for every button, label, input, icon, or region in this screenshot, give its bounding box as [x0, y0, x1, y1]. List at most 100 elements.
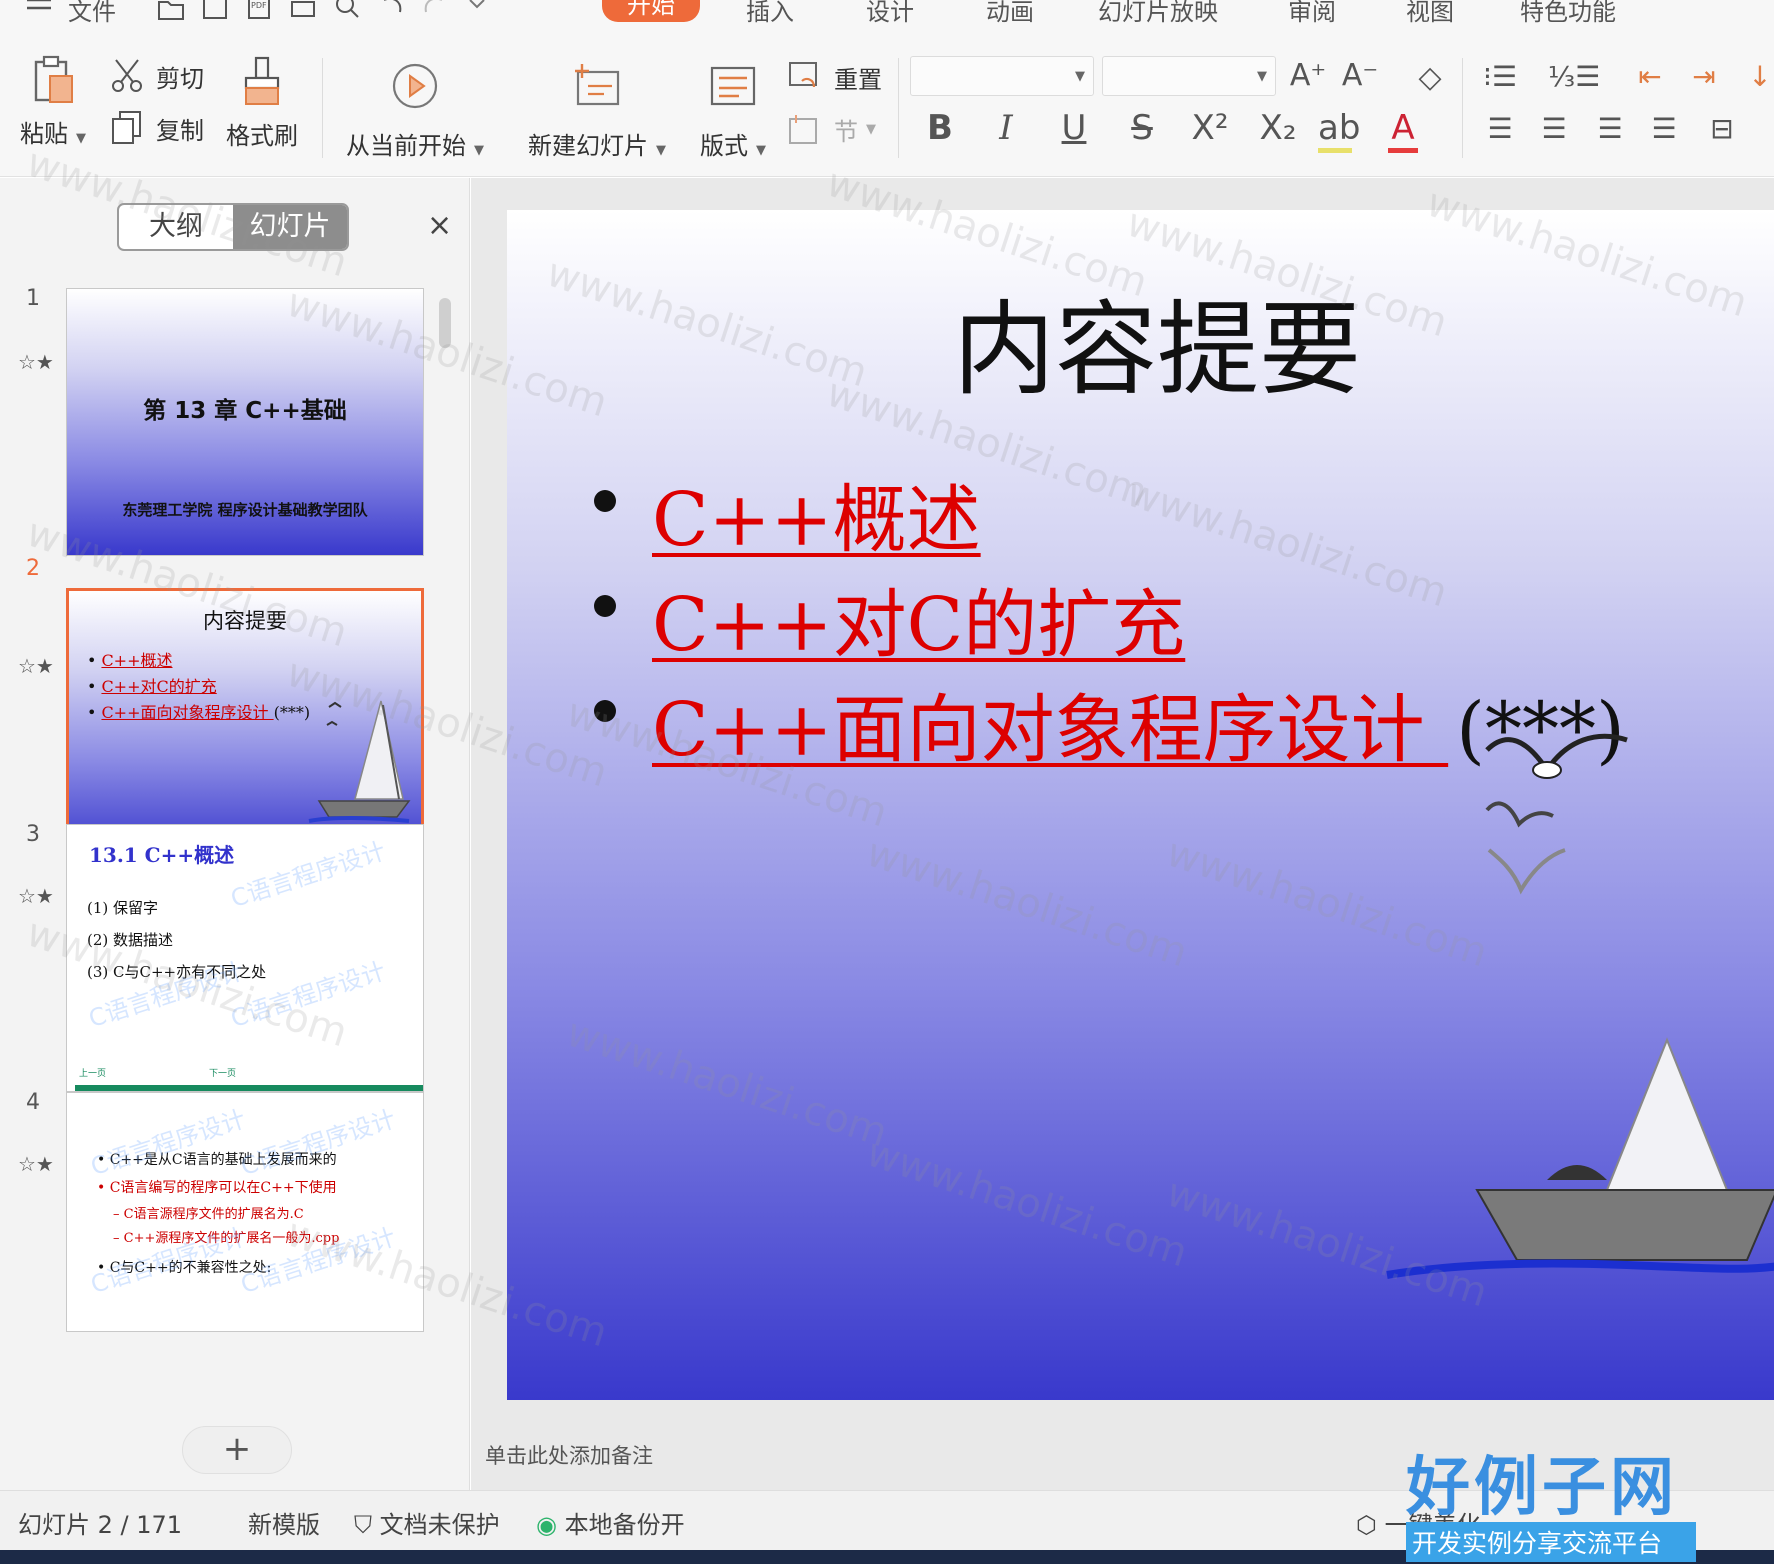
- print-icon[interactable]: [288, 0, 318, 24]
- tab-animation[interactable]: 动画: [986, 0, 1034, 27]
- undo-icon[interactable]: [376, 0, 406, 24]
- bullet-link[interactable]: C++对C的扩充: [652, 565, 1185, 672]
- ribbon-toolbar: 粘贴 ▼ 剪切 复制 格式刷 从当前开始 ▼ 新建幻灯片 ▼ 版式 ▼ 重置 节 ▼ ▼ …: [0, 30, 1774, 177]
- section-button[interactable]: 节 ▼: [788, 112, 876, 147]
- local-backup-button[interactable]: ◉ 本地备份开: [536, 1505, 685, 1540]
- ribbon-divider: [322, 58, 323, 158]
- file-menu[interactable]: 文件: [68, 0, 116, 27]
- play-icon: [392, 63, 438, 109]
- sort-icon[interactable]: ↓: [1738, 60, 1774, 93]
- paste-label: 粘贴: [20, 120, 68, 148]
- justify-icon[interactable]: ☰: [1642, 112, 1686, 145]
- close-panel-icon[interactable]: ×: [427, 208, 452, 243]
- quick-access-more-icon[interactable]: [462, 0, 492, 24]
- section-icon: [789, 114, 817, 144]
- increase-indent-icon[interactable]: ⇥: [1682, 60, 1726, 93]
- font-color-icon[interactable]: A: [1388, 108, 1418, 153]
- hamburger-menu-icon[interactable]: [24, 0, 54, 24]
- svg-text:PDF: PDF: [251, 1, 267, 10]
- panel-scrollbar[interactable]: [438, 298, 452, 1438]
- superscript-icon[interactable]: X²: [1188, 108, 1232, 148]
- align-right-icon[interactable]: ☰: [1588, 112, 1632, 145]
- scissors-icon: [112, 59, 142, 92]
- layout-button[interactable]: 版式 ▼: [700, 64, 766, 161]
- copy-button[interactable]: 复制: [110, 110, 204, 146]
- current-slide-canvas[interactable]: 内容提要 C++概述 C++对C的扩充 C++面向对象程序设计 (***): [507, 210, 1774, 1400]
- add-slide-button[interactable]: +: [182, 1426, 292, 1474]
- open-icon[interactable]: [156, 0, 186, 24]
- thumb-bullet: • C++面向对象程序设计 (***): [87, 703, 311, 722]
- play-from-current-label: 从当前开始: [346, 132, 466, 160]
- format-painter-label: 格式刷: [226, 122, 298, 150]
- thumb-watermark: C语言程序设计: [87, 1104, 249, 1182]
- italic-icon[interactable]: I: [984, 108, 1028, 148]
- tab-slides[interactable]: 幻灯片: [233, 205, 347, 249]
- tab-review[interactable]: 审阅: [1288, 0, 1336, 27]
- bullets-icon[interactable]: ⁝☰: [1478, 60, 1522, 93]
- clear-format-icon[interactable]: ◇: [1408, 60, 1452, 95]
- print-preview-icon[interactable]: [332, 0, 362, 24]
- align-center-icon[interactable]: ☰: [1532, 112, 1576, 145]
- sailboat-illustration: [1386, 1037, 1774, 1279]
- bold-icon[interactable]: B: [918, 108, 962, 148]
- doc-protect-button[interactable]: ⛉ 文档未保护: [354, 1505, 500, 1540]
- tab-home[interactable]: 开始: [602, 0, 700, 22]
- format-painter-button[interactable]: 格式刷: [226, 56, 298, 151]
- slide-thumbnail-2[interactable]: 内容提要 • C++概述 • C++对C的扩充 • C++面向对象程序设计 (***): [66, 588, 424, 856]
- paste-icon: [34, 55, 73, 103]
- format-painter-icon: [244, 56, 280, 105]
- font-family-select[interactable]: ▼: [910, 56, 1094, 96]
- tab-special-features[interactable]: 特色功能: [1520, 0, 1616, 27]
- prev-page-link: 上一页: [79, 1069, 107, 1079]
- sailboat-illustration: [308, 700, 411, 823]
- numbering-icon[interactable]: ⅓☰: [1548, 60, 1600, 93]
- thumb-item: • C语言编写的程序可以在C++下使用: [97, 1180, 337, 1196]
- highlight-icon[interactable]: ab: [1318, 108, 1360, 153]
- tab-design[interactable]: 设计: [866, 0, 914, 27]
- tab-slideshow[interactable]: 幻灯片放映: [1098, 0, 1218, 27]
- notes-placeholder[interactable]: 单击此处添加备注: [485, 1440, 653, 1470]
- cube-icon: ⬡: [1356, 1511, 1377, 1539]
- redo-icon[interactable]: [420, 0, 450, 24]
- footer-bar: [75, 1085, 423, 1091]
- strikethrough-icon[interactable]: S: [1120, 108, 1164, 148]
- backup-status-icon: ◉: [536, 1511, 557, 1539]
- cut-button[interactable]: 剪切: [110, 58, 204, 94]
- layout-label: 版式: [700, 132, 748, 160]
- slide-thumbnail-3[interactable]: 13.1 C++概述 (1) 保留字 (2) 数据描述 (3) C与C++亦有不…: [66, 824, 424, 1092]
- increase-font-icon[interactable]: A⁺: [1286, 58, 1330, 93]
- align-left-icon[interactable]: ☰: [1478, 112, 1522, 145]
- thumb-item: (2) 数据描述: [87, 931, 174, 949]
- reset-label: 重置: [834, 66, 882, 94]
- template-button[interactable]: 新模版: [248, 1505, 320, 1540]
- subscript-icon[interactable]: X₂: [1256, 108, 1300, 148]
- slide-thumbnail-4[interactable]: • C++是从C语言的基础上发展而来的 • C语言编写的程序可以在C++下使用 …: [66, 1092, 424, 1332]
- slide-thumbnail-1[interactable]: 第 13 章 C++基础 东莞理工学院 程序设计基础教学团队: [66, 288, 424, 556]
- font-size-select[interactable]: ▼: [1102, 56, 1276, 96]
- bullet-link[interactable]: C++概述: [652, 460, 981, 567]
- thumb-subitem: – C语言源程序文件的扩展名为.C: [113, 1207, 304, 1222]
- menu-bar: 文件 PDF 开始 插入 设计 动画 幻灯片放映 审阅 视图 特色功能: [0, 0, 1774, 30]
- reset-button[interactable]: 重置: [788, 60, 882, 95]
- distribute-icon[interactable]: ⊟: [1700, 112, 1744, 145]
- play-from-current-button[interactable]: 从当前开始 ▼: [346, 62, 484, 161]
- scrollbar-thumb[interactable]: [439, 298, 451, 348]
- tab-insert[interactable]: 插入: [746, 0, 794, 27]
- slide-title[interactable]: 内容提要: [507, 268, 1774, 415]
- export-pdf-icon[interactable]: PDF: [244, 0, 274, 24]
- save-icon[interactable]: [200, 0, 230, 24]
- tab-view[interactable]: 视图: [1406, 0, 1454, 27]
- new-slide-label: 新建幻灯片: [528, 132, 648, 160]
- new-slide-button[interactable]: 新建幻灯片 ▼: [528, 62, 666, 161]
- paste-button[interactable]: 粘贴 ▼: [20, 54, 86, 149]
- thumb-title: 13.1 C++概述: [89, 843, 235, 867]
- site-logo-tagline: 开发实例分享交流平台: [1406, 1522, 1696, 1562]
- thumb-watermark: C语言程序设计: [237, 1104, 399, 1182]
- decrease-font-icon[interactable]: A⁻: [1338, 58, 1382, 93]
- tab-outline[interactable]: 大纲: [119, 205, 233, 249]
- local-backup-label: 本地备份开: [564, 1511, 685, 1539]
- underline-icon[interactable]: U: [1052, 108, 1096, 148]
- decrease-indent-icon[interactable]: ⇤: [1628, 60, 1672, 93]
- reset-icon: [789, 61, 817, 87]
- site-logo-name: 好例子网: [1406, 1451, 1678, 1525]
